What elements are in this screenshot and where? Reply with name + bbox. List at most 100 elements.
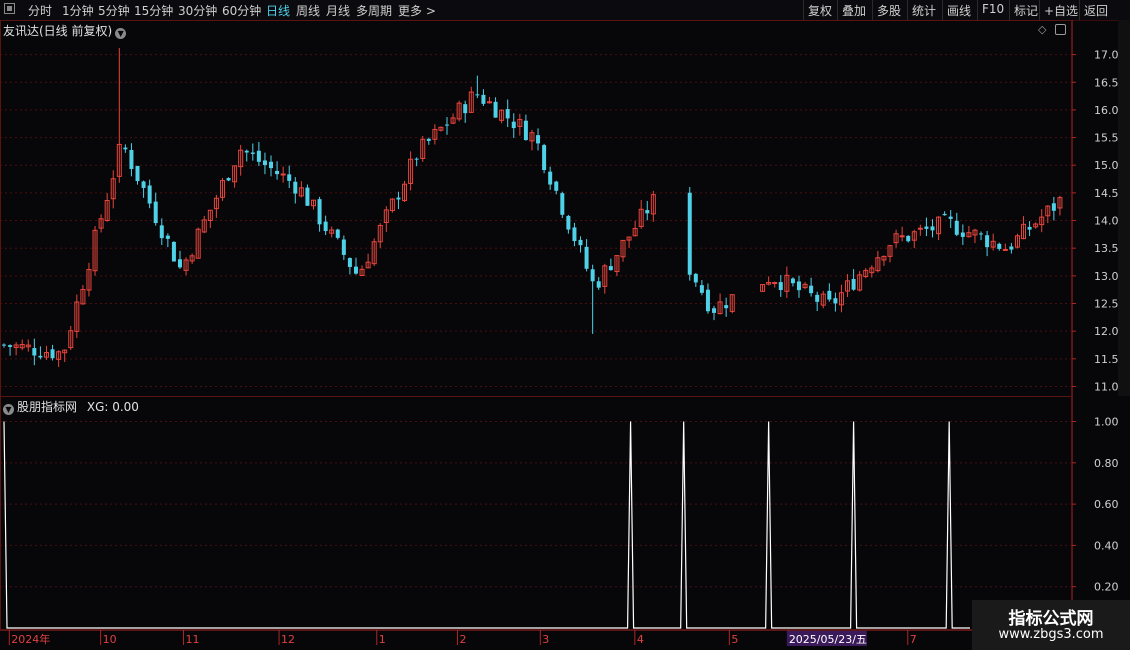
watermark: 指标公式网 www.zbgs3.com <box>972 600 1130 650</box>
candle-body <box>8 345 13 347</box>
candle-body <box>851 278 856 290</box>
candle-body <box>724 305 729 309</box>
candle-body <box>347 258 352 267</box>
candle-body <box>772 282 778 285</box>
candle-body <box>414 158 419 160</box>
indicator-tick-label: 0.20 <box>1094 581 1119 594</box>
candle-body <box>693 273 698 283</box>
date-axis: 2024年 10 11 12 1 2 3 4 5 2025/05/23/五 7 <box>0 629 1072 646</box>
date-tick-label: 7 <box>910 633 917 646</box>
chart-canvas[interactable]: 11.0011.5012.0012.5013.0013.5014.0014.50… <box>0 0 1130 650</box>
candle-body <box>226 178 231 181</box>
candle-body <box>141 181 146 188</box>
main-grid <box>0 54 1072 387</box>
xg-line <box>3 421 970 629</box>
candle-body <box>171 241 176 262</box>
date-tick-label: 1 <box>379 633 386 646</box>
candle-body <box>1009 246 1014 250</box>
sub-grid <box>0 421 1072 588</box>
candle-body <box>899 235 905 238</box>
candle-body <box>778 282 783 290</box>
candle-body <box>815 294 820 302</box>
candle-body <box>924 226 929 229</box>
indicator-tick-label: 1.00 <box>1094 416 1119 429</box>
candle-body <box>997 243 1002 249</box>
candle-body <box>275 170 280 175</box>
candle-body <box>159 225 164 239</box>
candle-body <box>262 160 267 166</box>
date-tick-label: 10 <box>103 633 117 646</box>
candle-body <box>153 201 158 224</box>
indicator-tick-label: 0.80 <box>1094 457 1119 470</box>
candle-body <box>50 349 55 359</box>
xg-signal-series <box>3 421 970 629</box>
candle-body <box>481 94 486 104</box>
candle-body <box>147 185 152 204</box>
watermark-url: www.zbgs3.com <box>998 627 1104 642</box>
candle-body <box>809 285 814 294</box>
candle-body <box>1027 226 1032 230</box>
candle-body <box>32 348 37 356</box>
date-tick-label: 3 <box>542 633 549 646</box>
date-tick-label: 11 <box>185 633 199 646</box>
candle-body <box>796 281 801 291</box>
date-tick-label: 2024年 <box>11 632 50 646</box>
candle-body <box>942 213 947 216</box>
candle-body <box>572 227 577 242</box>
candle-body <box>578 239 583 246</box>
indicator-tick-label: 0.60 <box>1094 498 1119 511</box>
candle-body <box>317 199 322 225</box>
candle-body <box>960 232 965 237</box>
candle-body <box>590 269 595 282</box>
candle-body <box>548 171 553 185</box>
candle-body <box>493 101 498 118</box>
candle-body <box>712 308 717 313</box>
date-tick-label: 5 <box>731 633 738 646</box>
candlestick-series <box>2 47 1063 368</box>
candle-body <box>293 181 298 194</box>
candle-body <box>536 135 541 144</box>
candle-body <box>596 281 601 288</box>
candle-body <box>979 233 984 235</box>
watermark-title: 指标公式网 <box>1008 609 1094 629</box>
candle-body <box>542 145 547 171</box>
candle-body <box>287 174 292 181</box>
candle-body <box>38 355 43 358</box>
candle-body <box>250 152 255 154</box>
candle-body <box>645 210 650 214</box>
candle-body <box>948 216 953 219</box>
candle-body <box>305 187 310 206</box>
candle-body <box>917 227 923 230</box>
candle-body <box>244 150 249 153</box>
candle-body <box>584 246 589 269</box>
candle-body <box>954 220 959 235</box>
candle-body <box>687 192 692 275</box>
candle-body <box>323 221 328 232</box>
candle-body <box>985 235 990 248</box>
date-tick-label: 12 <box>281 633 295 646</box>
candle-body <box>445 124 450 126</box>
candle-body <box>269 161 274 169</box>
candle-body <box>566 215 571 230</box>
date-tick-label: 2 <box>459 633 466 646</box>
candle-body <box>341 239 346 255</box>
candle-body <box>833 298 838 304</box>
candle-body <box>335 229 340 238</box>
candle-body <box>930 226 935 231</box>
candle-body <box>475 94 480 96</box>
candle-body <box>165 235 170 239</box>
date-tick-label: 4 <box>637 633 644 646</box>
candle-body <box>523 120 528 141</box>
candle-body <box>280 173 286 176</box>
side-strip <box>1118 20 1130 396</box>
candle-body <box>608 266 613 271</box>
candle-body <box>396 197 401 200</box>
candle-body <box>505 109 510 119</box>
candle-body <box>353 266 358 274</box>
candle-body <box>1051 203 1056 211</box>
candle-body <box>135 165 140 182</box>
candle-body <box>511 121 516 129</box>
candle-body <box>426 138 431 141</box>
candle-body <box>256 150 261 162</box>
candle-body <box>129 150 134 169</box>
